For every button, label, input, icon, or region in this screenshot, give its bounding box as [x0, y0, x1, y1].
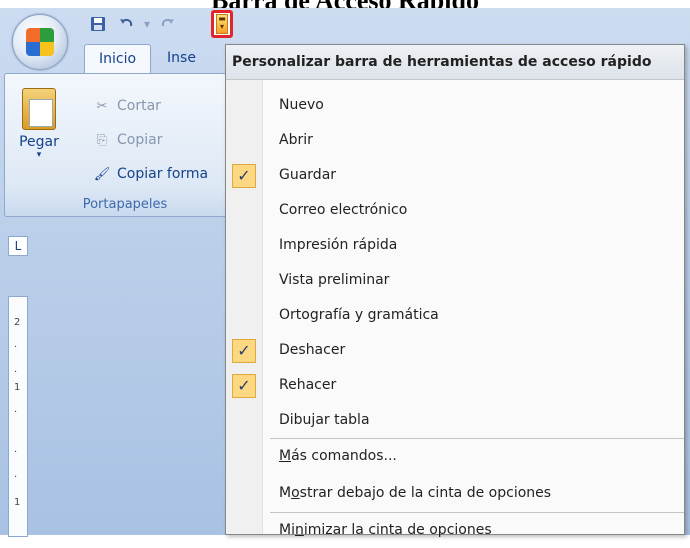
quick-access-toolbar: ▾	[88, 14, 178, 34]
menu-separator	[270, 438, 684, 439]
menu-item-4[interactable]: Impresión rápida	[226, 229, 684, 263]
dropdown-arrow-icon: ▬ ▾	[216, 14, 228, 34]
menu-title: Personalizar barra de herramientas de ac…	[226, 45, 684, 80]
menu-item-label: Abrir	[279, 132, 313, 148]
menu-item-label-rest: Ortografía y gramática	[279, 307, 439, 323]
menu-item-label-start: Mi	[279, 522, 295, 538]
customize-qat-menu: Personalizar barra de herramientas de ac…	[225, 44, 685, 538]
menu-item-label-rest: Correo electrónico	[279, 202, 408, 218]
menu-item-label: Dibujar tabla	[279, 412, 370, 428]
save-icon[interactable]	[88, 14, 108, 34]
menu-item-8[interactable]: ✓ Rehacer	[226, 369, 684, 403]
menu-item-label: Deshacer	[279, 342, 345, 358]
scissors-icon: ✂	[96, 98, 108, 114]
cut-label: Cortar	[117, 98, 161, 114]
menu-item-5[interactable]: Vista preliminar	[226, 264, 684, 298]
tab-selector[interactable]: L	[8, 236, 28, 256]
checkmark-icon: ✓	[232, 374, 256, 398]
menu-item-label: Nuevo	[279, 97, 324, 113]
customize-qat-button[interactable]: ▬ ▾	[211, 10, 233, 38]
menu-item-label-rest: ás comandos...	[291, 448, 397, 464]
menu-item-label-rest: Guardar	[279, 167, 337, 183]
menu-item-2[interactable]: ✓ Guardar	[226, 159, 684, 193]
menu-item-10[interactable]: Más comandos...	[226, 440, 684, 474]
menu-item-label-rest: Rehacer	[279, 377, 337, 393]
menu-item-7[interactable]: ✓ Deshacer	[226, 334, 684, 368]
menu-item-label-rest: strar debajo de la cinta de opciones	[299, 485, 552, 501]
menu-item-label: Más comandos...	[279, 448, 397, 464]
ruler-mark: ·	[14, 472, 18, 483]
ruler-mark: ·	[14, 447, 18, 458]
checkmark-icon: ✓	[232, 164, 256, 188]
menu-item-0[interactable]: Nuevo	[226, 89, 684, 123]
format-painter-button[interactable]: 🖌 Copiar forma	[93, 166, 208, 182]
menu-item-9[interactable]: Dibujar tabla	[226, 404, 684, 438]
menu-item-label: Minimizar la cinta de opciones	[279, 522, 492, 538]
ruler-mark: ·	[14, 367, 18, 378]
checkmark-icon: ✓	[232, 339, 256, 363]
menu-item-label-rest: Impresión rápida	[279, 237, 398, 253]
menu-item-6[interactable]: Ortografía y gramática	[226, 299, 684, 333]
menu-item-label-rest: Vista preliminar	[279, 272, 390, 288]
cut-button[interactable]: ✂ Cortar	[93, 98, 161, 114]
menu-separator	[270, 512, 684, 513]
ruler-mark: ·	[14, 342, 18, 353]
menu-item-label-rest: Nuevo	[279, 97, 324, 113]
clipboard-icon	[22, 88, 56, 130]
ribbon-clipboard-group: Pegar ▾ ✂ Cortar ⎘ Copiar 🖌 Copiar forma…	[4, 73, 246, 217]
copy-icon: ⎘	[96, 132, 108, 148]
paintbrush-icon: 🖌	[93, 166, 111, 182]
menu-item-accelerator: M	[279, 448, 292, 464]
menu-item-label-rest: Dibujar tabla	[279, 412, 370, 428]
menu-item-label: Correo electrónico	[279, 202, 407, 218]
menu-item-accelerator: o	[291, 485, 300, 501]
office-button[interactable]	[12, 14, 68, 70]
menu-item-11[interactable]: Mostrar debajo de la cinta de opciones	[226, 477, 684, 511]
menu-item-label: Impresión rápida	[279, 237, 397, 253]
paste-button[interactable]: Pegar ▾	[15, 88, 63, 160]
menu-item-label: Ortografía y gramática	[279, 307, 439, 323]
ruler-mark: 2	[14, 317, 21, 328]
menu-item-accelerator: n	[294, 522, 304, 538]
copy-label: Copiar	[117, 132, 163, 148]
redo-icon[interactable]	[158, 14, 178, 34]
menu-item-label: Rehacer	[279, 377, 336, 393]
menu-item-label-rest: Deshacer	[279, 342, 346, 358]
menu-item-label-rest: Abrir	[279, 132, 313, 148]
format-painter-label: Copiar forma	[117, 166, 209, 182]
menu-item-1[interactable]: Abrir	[226, 124, 684, 158]
tab-insertar[interactable]: Inse	[153, 44, 210, 72]
ribbon-tabs: Inicio Inse	[84, 44, 210, 73]
menu-item-12[interactable]: Minimizar la cinta de opciones	[226, 514, 684, 548]
paste-label: Pegar	[19, 134, 59, 150]
tab-inicio[interactable]: Inicio	[84, 44, 152, 73]
menu-item-label: Mostrar debajo de la cinta de opciones	[279, 485, 551, 501]
ruler-mark: 1	[14, 382, 21, 393]
group-label: Portapapeles	[82, 197, 168, 212]
ruler-mark: 1	[14, 497, 21, 508]
menu-item-label: Guardar	[279, 167, 336, 183]
undo-dropdown-icon[interactable]: ▾	[144, 17, 150, 31]
copy-button[interactable]: ⎘ Copiar	[93, 132, 163, 148]
ruler-mark: ·	[14, 407, 18, 418]
menu-item-label-start: M	[279, 485, 292, 501]
office-logo-icon	[26, 28, 54, 56]
menu-item-label-rest: imizar la cinta de opciones	[303, 522, 492, 538]
undo-icon[interactable]	[116, 14, 136, 34]
paste-dropdown-icon[interactable]: ▾	[15, 150, 63, 160]
menu-item-3[interactable]: Correo electrónico	[226, 194, 684, 228]
vertical-ruler: 2 · · 1 · · · 1	[8, 296, 28, 537]
menu-item-label: Vista preliminar	[279, 272, 389, 288]
